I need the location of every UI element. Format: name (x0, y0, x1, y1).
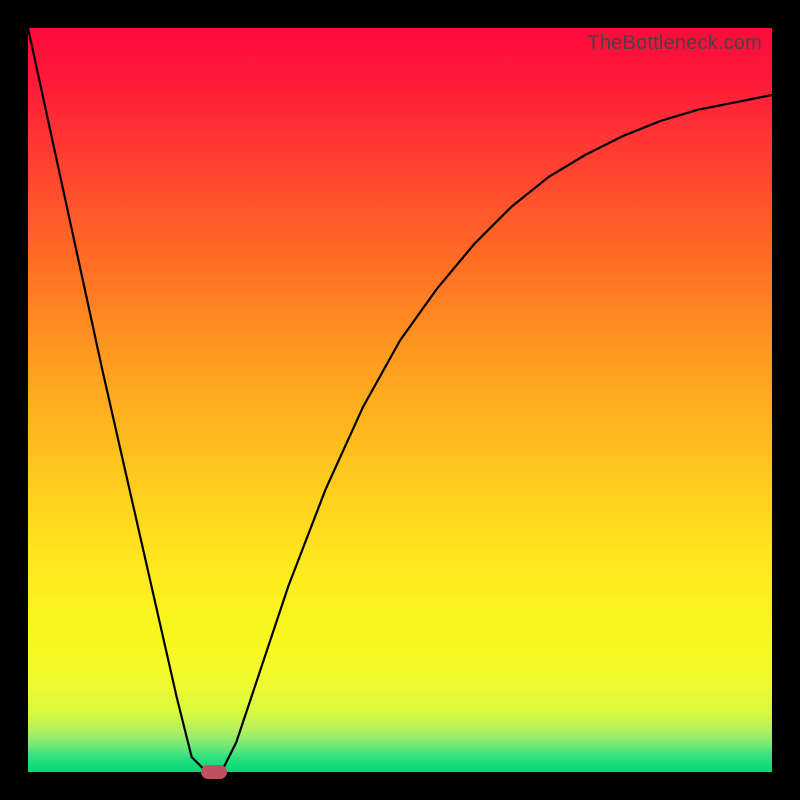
chart-frame: TheBottleneck.com (0, 0, 800, 800)
curve-path (28, 28, 772, 772)
plot-area: TheBottleneck.com (28, 28, 772, 772)
bottleneck-curve (28, 28, 772, 772)
optimum-marker (201, 765, 227, 779)
